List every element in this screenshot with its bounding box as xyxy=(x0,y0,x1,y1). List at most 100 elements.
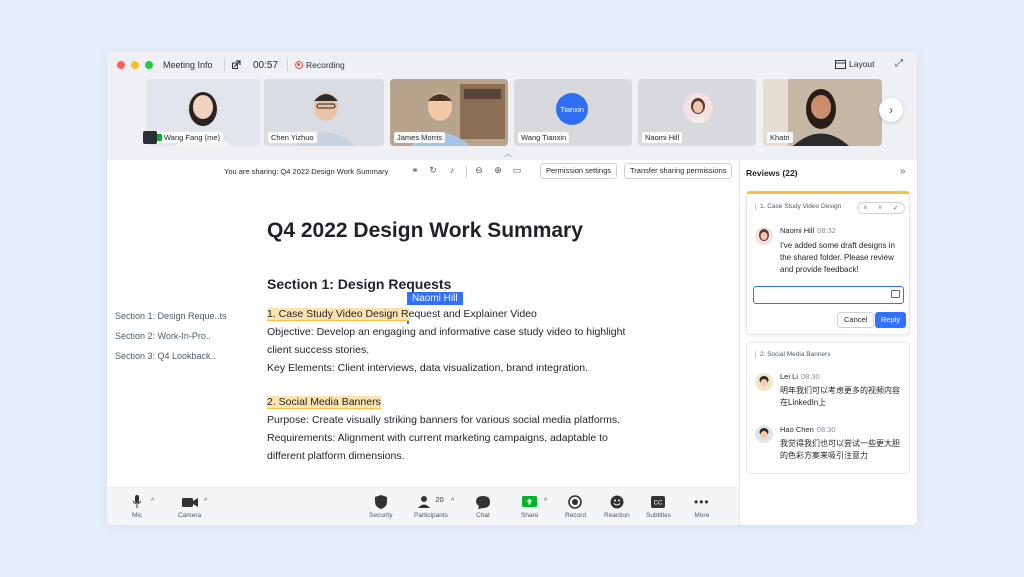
recording-label: Recording xyxy=(306,60,345,70)
video-tile-james-morris[interactable]: James Morris xyxy=(390,79,508,146)
share-toolbar: You are sharing: Q4 2022 Design Work Sum… xyxy=(107,160,739,182)
chat-button[interactable]: Chat xyxy=(476,494,490,519)
participant-name: Chen Yizhuo xyxy=(268,132,317,143)
resolve-check-icon[interactable]: ✓ xyxy=(893,204,899,212)
more-icon: ••• xyxy=(694,495,710,509)
recording-indicator[interactable]: Recording xyxy=(295,60,345,70)
record-button[interactable]: Record xyxy=(565,494,586,519)
share-button[interactable]: Share xyxy=(521,494,538,519)
meeting-toolbar: Mic ^ Camera ^ Security 20 Participants … xyxy=(107,487,739,525)
mic-icon xyxy=(132,495,142,508)
review-nav[interactable]: ˄ ˅ ✓ xyxy=(857,202,905,214)
zoom-out-icon[interactable]: ⊖ xyxy=(474,165,484,175)
close-window-button[interactable] xyxy=(117,61,125,69)
avatar-image xyxy=(755,373,773,391)
toc-item-section-3[interactable]: Section 3: Q4 Lookback.. xyxy=(115,351,216,361)
comment-text: 明年我们可以考虑更多的视频内容在LinkedIn上 xyxy=(780,386,900,407)
item-2-heading[interactable]: 2. Social Media Banners xyxy=(267,396,381,409)
more-button[interactable]: ••• More xyxy=(694,494,710,519)
record-icon xyxy=(295,61,303,69)
item-1-heading[interactable]: 1. Case Study Video Design Request and E… xyxy=(267,308,537,321)
next-page-button[interactable]: › xyxy=(879,98,903,122)
toc-item-section-2[interactable]: Section 2: Work-In-Pro.. xyxy=(115,331,211,341)
comment-author: Lei Li 08:30 xyxy=(780,372,820,381)
paragraph-line: different platform dimensions. xyxy=(267,450,405,462)
participant-name: Wang Fang (me) xyxy=(151,132,223,143)
subtitles-button[interactable]: CC Subtitles xyxy=(646,494,671,519)
emoji-icon xyxy=(610,495,624,509)
zoom-in-icon[interactable]: ⊕ xyxy=(493,165,503,175)
chevron-right-icon: › xyxy=(889,103,893,117)
review-card[interactable]: 1. Case Study Video Design ˄ ˅ ✓ Naomi H… xyxy=(746,191,910,335)
chevron-up-icon[interactable]: ^ xyxy=(544,498,547,505)
meeting-info-button[interactable]: Meeting Info xyxy=(163,60,213,70)
cancel-button[interactable]: Cancel xyxy=(837,312,875,328)
record-icon xyxy=(568,495,583,509)
me-avatar-icon xyxy=(143,131,157,144)
chevron-up-icon[interactable]: ^ xyxy=(204,498,207,505)
share-screen-icon xyxy=(522,495,538,507)
meeting-timer: 00:57 xyxy=(253,60,279,71)
reaction-button[interactable]: Reaction xyxy=(604,494,630,519)
avatar-image xyxy=(683,93,713,123)
highlighted-text[interactable]: 2. Social Media Banners xyxy=(267,396,381,409)
collapse-panel-icon[interactable]: » xyxy=(900,166,906,177)
transfer-permissions-button[interactable]: Transfer sharing permissions xyxy=(624,163,733,179)
participants-button[interactable]: 20 Participants xyxy=(414,494,448,520)
highlighted-text[interactable]: 1. Case Study Video Design R xyxy=(267,308,409,321)
reply-input[interactable] xyxy=(753,286,904,304)
video-tile-wang-fang[interactable]: Wang Fang (me) xyxy=(147,79,260,146)
share-link-icon[interactable] xyxy=(231,58,243,70)
paragraph-line: Objective: Develop an engaging and infor… xyxy=(267,326,626,338)
video-tile-chen-yizhuo[interactable]: Chen Yizhuo xyxy=(264,79,384,146)
quoted-text: 1. Case Study Video Design xyxy=(755,203,841,210)
chat-icon xyxy=(476,495,490,509)
paragraph-line: Requirements: Alignment with current mar… xyxy=(267,432,608,444)
chevron-up-icon[interactable]: ˄ xyxy=(863,205,867,212)
quoted-text: 2. Social Media Banners xyxy=(755,351,830,358)
layout-icon xyxy=(835,59,846,69)
avatar: Tianxin xyxy=(556,93,588,125)
sharing-status: You are sharing: Q4 2022 Design Work Sum… xyxy=(224,167,389,176)
review-card[interactable]: 2. Social Media Banners Lei Li 08:30 明年我们… xyxy=(746,342,910,474)
image-icon[interactable] xyxy=(891,290,900,298)
zoom-window-button[interactable] xyxy=(145,61,153,69)
participant-name: Naomi Hill xyxy=(642,132,683,143)
video-tile-khatri[interactable]: Khatri xyxy=(763,79,882,146)
camera-button[interactable]: Camera xyxy=(178,494,201,519)
reply-button[interactable]: Reply xyxy=(875,312,907,328)
layout-button[interactable]: Layout xyxy=(835,59,875,69)
collapse-gallery-icon[interactable]: ︿ xyxy=(504,148,512,159)
comment-text: 我觉得我们也可以尝试一些更大胆的色彩方案来吸引注意力 xyxy=(780,439,900,460)
divider xyxy=(287,59,288,71)
title-bar: Meeting Info 00:57 Recording Layout ⤢ xyxy=(107,52,917,78)
fullscreen-icon[interactable]: ⤢ xyxy=(895,58,903,69)
link-icon[interactable]: ⚭ xyxy=(410,165,420,175)
avatar xyxy=(755,425,773,443)
shield-icon xyxy=(374,495,387,509)
divider xyxy=(466,166,467,178)
chevron-down-icon[interactable]: ˅ xyxy=(878,205,882,212)
refresh-icon[interactable]: ↻ xyxy=(428,165,438,175)
bell-icon[interactable]: ♪ xyxy=(447,165,457,175)
comment-author: Naomi Hill 08:32 xyxy=(780,226,836,235)
divider xyxy=(224,59,225,71)
participants-icon xyxy=(418,496,431,508)
svg-text:CC: CC xyxy=(654,501,663,507)
chevron-up-icon[interactable]: ^ xyxy=(151,498,154,505)
shared-document: Section 1: Design Reque..ts Section 2: W… xyxy=(107,182,739,487)
toc-item-section-1[interactable]: Section 1: Design Reque..ts xyxy=(115,311,227,321)
avatar xyxy=(755,227,773,245)
camera-icon xyxy=(181,497,198,507)
security-button[interactable]: Security xyxy=(369,494,392,519)
chevron-up-icon[interactable]: ^ xyxy=(451,498,454,505)
mic-button[interactable]: Mic xyxy=(132,494,142,519)
paragraph-line: client success stories. xyxy=(267,344,370,356)
video-tile-wang-tianxin[interactable]: Tianxin Wang Tianxin xyxy=(514,79,632,146)
minimize-window-button[interactable] xyxy=(131,61,139,69)
avatar xyxy=(683,93,713,123)
fit-width-icon[interactable]: ▭ xyxy=(512,165,522,175)
permission-settings-button[interactable]: Permission settings xyxy=(540,163,618,179)
video-tile-naomi-hill[interactable]: Naomi Hill xyxy=(638,79,756,146)
avatar-image xyxy=(755,425,773,443)
